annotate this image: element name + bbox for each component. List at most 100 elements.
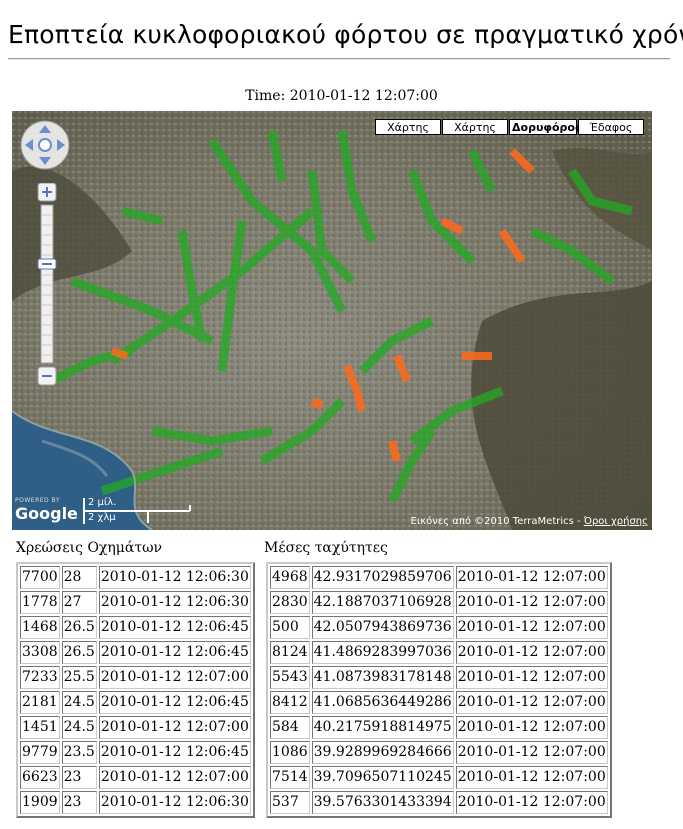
mountain-area: [471, 281, 652, 530]
charge-cell: 24.5: [61, 716, 97, 739]
map-type-map-button-2[interactable]: Χάρτης: [442, 119, 508, 135]
table-row: 1451 24.5 2010-01-12 12:07:00: [20, 716, 251, 739]
scale-bar: 2 μίλ. 2 χλμ: [82, 497, 192, 525]
speed-cell: 41.0873983178148: [311, 666, 454, 689]
segment-id-cell: 500: [270, 616, 310, 639]
timestamp-cell: 2010-01-12 12:07:00: [455, 741, 608, 764]
vehicle-id-cell: 6623: [20, 766, 60, 789]
page-title: Εποπτεία κυκλοφοριακού φόρτου σε πραγματ…: [8, 20, 683, 49]
vehicle-id-cell: 1909: [20, 791, 60, 814]
table-row: 537 39.5763301433394 2010-01-12 12:07:00: [270, 791, 608, 814]
zoom-out-icon[interactable]: [37, 366, 57, 386]
zoom-slider-handle[interactable]: [37, 258, 57, 270]
timestamp-cell: 2010-01-12 12:06:45: [98, 691, 251, 714]
table-row: 1909 23 2010-01-12 12:06:30: [20, 791, 251, 814]
speed-cell: 41.4869283997036: [311, 641, 454, 664]
vehicle-id-cell: 7700: [20, 566, 60, 589]
time-display: Time: 2010-01-12 12:07:00: [0, 88, 683, 104]
table-row: 5543 41.0873983178148 2010-01-12 12:07:00: [270, 666, 608, 689]
speeds-caption: Μέσες ταχύτητες: [264, 540, 388, 556]
google-logo[interactable]: POWERED BY Google: [15, 497, 78, 523]
timestamp-cell: 2010-01-12 12:07:00: [455, 766, 608, 789]
timestamp-cell: 2010-01-12 12:07:00: [98, 766, 251, 789]
segment-id-cell: 584: [270, 716, 310, 739]
zoom-slider-track[interactable]: [40, 204, 54, 364]
timestamp-cell: 2010-01-12 12:07:00: [455, 691, 608, 714]
timestamp-cell: 2010-01-12 12:07:00: [455, 566, 608, 589]
table-row: 500 42.0507943869736 2010-01-12 12:07:00: [270, 616, 608, 639]
title-divider: [8, 58, 670, 60]
table-row: 584 40.2175918814975 2010-01-12 12:07:00: [270, 716, 608, 739]
scale-miles: 2 μίλ.: [88, 497, 117, 508]
timestamp-cell: 2010-01-12 12:07:00: [98, 716, 251, 739]
vehicle-id-cell: 7233: [20, 666, 60, 689]
table-row: 4968 42.9317029859706 2010-01-12 12:07:00: [270, 566, 608, 589]
timestamp-cell: 2010-01-12 12:06:30: [98, 791, 251, 814]
speed-cell: 41.0685636449286: [311, 691, 454, 714]
pan-control[interactable]: [19, 119, 71, 171]
table-row: 7514 39.7096507110245 2010-01-12 12:07:00: [270, 766, 608, 789]
table-row: 7233 25.5 2010-01-12 12:07:00: [20, 666, 251, 689]
google-logo-text: Google: [15, 504, 78, 523]
map-type-terrain-button[interactable]: Έδαφος: [578, 119, 644, 135]
segment-id-cell: 4968: [270, 566, 310, 589]
map-copyright: Εικόνες από ©2010 TerraMetrics - Όροι χρ…: [411, 516, 648, 527]
segment-id-cell: 2830: [270, 591, 310, 614]
vehicle-id-cell: 9779: [20, 741, 60, 764]
timestamp-cell: 2010-01-12 12:06:30: [98, 566, 251, 589]
timestamp-cell: 2010-01-12 12:07:00: [455, 591, 608, 614]
vehicle-id-cell: 3308: [20, 641, 60, 664]
segment-id-cell: 5543: [270, 666, 310, 689]
timestamp-cell: 2010-01-12 12:07:00: [455, 791, 608, 814]
table-row: 1086 39.9289969284666 2010-01-12 12:07:00: [270, 741, 608, 764]
timestamp-cell: 2010-01-12 12:06:45: [98, 641, 251, 664]
time-value: 2010-01-12 12:07:00: [289, 88, 438, 104]
speed-cell: 42.0507943869736: [311, 616, 454, 639]
scale-kilometers: 2 χλμ: [88, 512, 116, 523]
hand-icon[interactable]: [38, 138, 52, 152]
terms-link[interactable]: Όροι χρήσης: [584, 516, 648, 527]
vehicle-id-cell: 2181: [20, 691, 60, 714]
charge-cell: 27: [61, 591, 97, 614]
vehicle-id-cell: 1468: [20, 616, 60, 639]
vehicle-id-cell: 1778: [20, 591, 60, 614]
zoom-in-icon[interactable]: [37, 182, 57, 202]
table-row: 3308 26.5 2010-01-12 12:06:45: [20, 641, 251, 664]
timestamp-cell: 2010-01-12 12:06:45: [98, 616, 251, 639]
timestamp-cell: 2010-01-12 12:06:30: [98, 591, 251, 614]
zoom-control: [36, 182, 58, 393]
copyright-text: Εικόνες από ©2010 TerraMetrics -: [410, 516, 581, 527]
segment-id-cell: 537: [270, 791, 310, 814]
traffic-map[interactable]: Χάρτης Χάρτης Δορυφόρος Έδαφος POWERED B…: [12, 111, 652, 530]
speeds-table: 4968 42.9317029859706 2010-01-12 12:07:00 …: [266, 562, 612, 818]
table-row: 9779 23.5 2010-01-12 12:06:45: [20, 741, 251, 764]
table-row: 7700 28 2010-01-12 12:06:30: [20, 566, 251, 589]
table-row: 1778 27 2010-01-12 12:06:30: [20, 591, 251, 614]
map-type-map-button[interactable]: Χάρτης: [375, 119, 441, 135]
timestamp-cell: 2010-01-12 12:06:45: [98, 741, 251, 764]
vehicle-id-cell: 1451: [20, 716, 60, 739]
speed-cell: 40.2175918814975: [311, 716, 454, 739]
satellite-imagery: [12, 111, 652, 530]
segment-id-cell: 8412: [270, 691, 310, 714]
segment-id-cell: 8124: [270, 641, 310, 664]
speed-cell: 42.9317029859706: [311, 566, 454, 589]
timestamp-cell: 2010-01-12 12:07:00: [455, 641, 608, 664]
time-label: Time:: [245, 88, 286, 104]
speed-cell: 39.7096507110245: [311, 766, 454, 789]
speed-cell: 42.1887037106928: [311, 591, 454, 614]
timestamp-cell: 2010-01-12 12:07:00: [98, 666, 251, 689]
charge-cell: 23: [61, 766, 97, 789]
table-row: 2830 42.1887037106928 2010-01-12 12:07:00: [270, 591, 608, 614]
segment-id-cell: 1086: [270, 741, 310, 764]
table-row: 8124 41.4869283997036 2010-01-12 12:07:00: [270, 641, 608, 664]
charge-cell: 24.5: [61, 691, 97, 714]
charge-cell: 26.5: [61, 641, 97, 664]
map-type-satellite-button[interactable]: Δορυφόρος: [509, 119, 582, 135]
segment-id-cell: 7514: [270, 766, 310, 789]
timestamp-cell: 2010-01-12 12:07:00: [455, 716, 608, 739]
map-type-selector: Χάρτης Χάρτης Δορυφόρος Έδαφος: [375, 119, 644, 135]
table-row: 8412 41.0685636449286 2010-01-12 12:07:00: [270, 691, 608, 714]
charge-cell: 28: [61, 566, 97, 589]
charges-table: 7700 28 2010-01-12 12:06:30 1778 27 2010-01-…: [16, 562, 255, 818]
